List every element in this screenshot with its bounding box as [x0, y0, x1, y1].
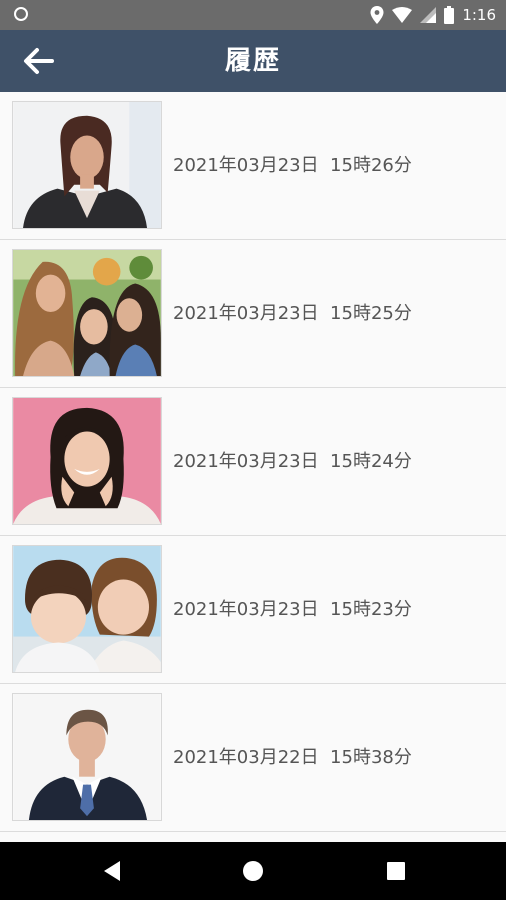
nav-home-button[interactable]	[213, 842, 293, 900]
history-datetime: 2021年03月23日 15時25分	[173, 303, 412, 324]
history-item[interactable]: 2021年03月23日 15時24分	[0, 388, 506, 536]
businessman-image	[13, 694, 161, 820]
history-item[interactable]: 2021年03月22日 15時38分	[0, 684, 506, 832]
arrow-left-icon	[24, 48, 54, 74]
photo-thumbnail-smiling-woman	[12, 397, 162, 525]
photo-thumbnail-three-women	[12, 249, 162, 377]
system-nav-bar	[0, 842, 506, 900]
battery-icon	[444, 6, 455, 24]
history-datetime: 2021年03月23日 15時26分	[173, 155, 412, 176]
nav-recents-button[interactable]	[356, 842, 436, 900]
photo-thumbnail-woman-portrait	[12, 101, 162, 229]
history-item[interactable]: 2021年03月23日 15時23分	[0, 536, 506, 684]
mother-and-child-image	[13, 546, 161, 672]
back-button[interactable]	[18, 44, 58, 78]
three-women-selfie-image	[13, 250, 161, 376]
history-datetime: 2021年03月22日 15時38分	[173, 747, 412, 768]
photo-thumbnail-mother-and-child	[12, 545, 162, 673]
status-time: 1:16	[462, 6, 496, 24]
woman-portrait-image	[13, 102, 161, 228]
circle-home-icon	[243, 861, 263, 881]
app-bar: 履歴	[0, 30, 506, 92]
square-recents-icon	[387, 862, 405, 880]
nav-back-button[interactable]	[72, 842, 152, 900]
notification-circle-icon	[14, 7, 28, 21]
history-item[interactable]: 2021年03月23日 15時26分	[0, 92, 506, 240]
page-title: 履歴	[224, 46, 281, 76]
signal-icon	[420, 7, 437, 23]
history-datetime: 2021年03月23日 15時23分	[173, 599, 412, 620]
status-icons: 1:16	[370, 0, 496, 30]
history-list: 2021年03月23日 15時26分 2021年03月23日 15時25分 20…	[0, 92, 506, 832]
smiling-woman-image	[13, 398, 161, 524]
wifi-icon	[392, 7, 413, 23]
history-item[interactable]: 2021年03月23日 15時25分	[0, 240, 506, 388]
photo-thumbnail-businessman	[12, 693, 162, 821]
triangle-back-icon	[104, 861, 120, 881]
status-bar: 1:16	[0, 0, 506, 30]
location-icon	[370, 6, 384, 24]
history-datetime: 2021年03月23日 15時24分	[173, 451, 412, 472]
